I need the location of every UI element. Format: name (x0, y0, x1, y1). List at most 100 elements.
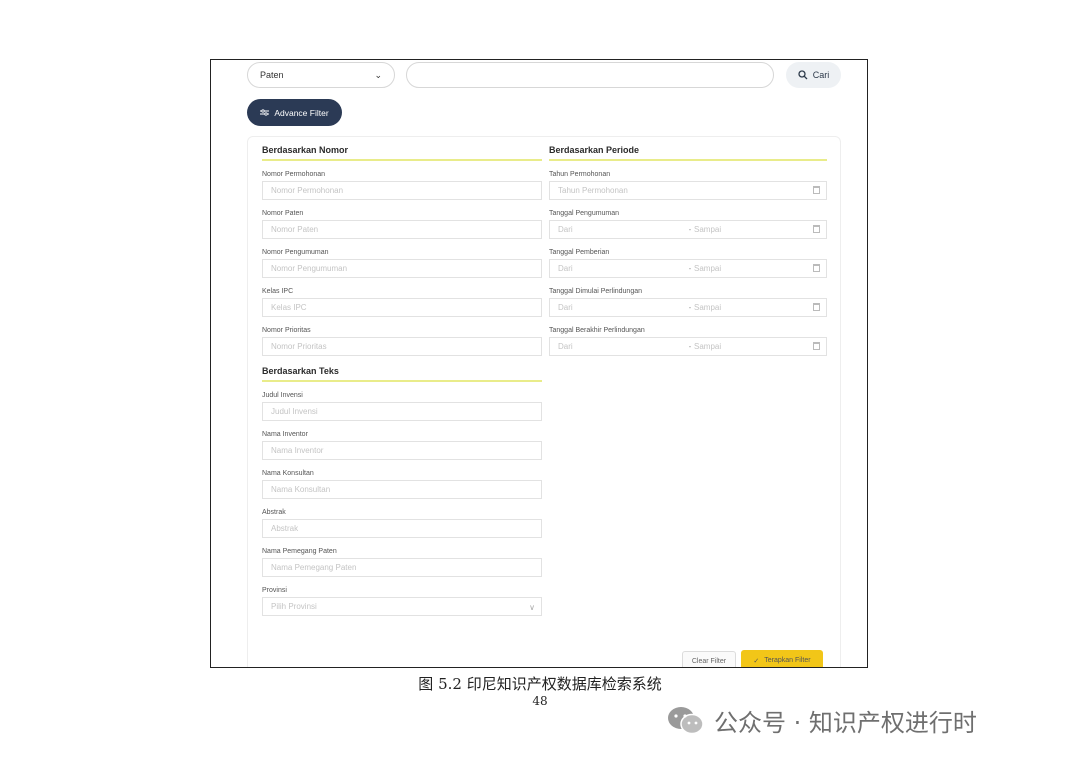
provinsi-select[interactable]: Pilih Provinsi ∨ (262, 597, 542, 616)
watermark-text: 公众号 · 知识产权进行时 (714, 709, 977, 737)
field-nomor-permohonan: Nomor Permohonan Nomor Permohonan (262, 169, 542, 200)
field-nama-konsultan: Nama Konsultan Nama Konsultan (262, 468, 542, 499)
input-placeholder: Nama Inventor (271, 446, 324, 455)
range-to: Sampai (694, 225, 722, 234)
input-placeholder: Abstrak (271, 524, 299, 533)
calendar-icon (813, 186, 820, 194)
tanggal-berakhir-perlindungan-range[interactable]: Dari - Sampai (549, 337, 827, 356)
section-title-nomor: Berdasarkan Nomor (262, 137, 542, 161)
field-tanggal-pengumuman: Tanggal Pengumuman Dari - Sampai (549, 208, 827, 239)
screenshot-frame: Paten ⌄ Cari Advance Filter Berdasarkan … (210, 59, 868, 668)
range-from: Dari (558, 342, 573, 351)
type-select-value: Paten (260, 70, 284, 80)
field-label: Provinsi (262, 587, 287, 594)
check-icon: ✓ (753, 657, 760, 665)
range-separator: - (688, 342, 692, 351)
field-label: Tanggal Pemberian (549, 249, 610, 256)
field-label: Nama Inventor (262, 431, 308, 438)
section-title-periode: Berdasarkan Periode (549, 137, 827, 161)
tahun-permohonan-input[interactable]: Tahun Permohonan (549, 181, 827, 200)
field-nama-pemegang-paten: Nama Pemegang Paten Nama Pemegang Paten (262, 546, 542, 577)
nama-inventor-input[interactable]: Nama Inventor (262, 441, 542, 460)
calendar-icon (813, 303, 820, 311)
right-column: Berdasarkan Periode Tahun Permohonan Tah… (549, 137, 827, 364)
nomor-prioritas-input[interactable]: Nomor Prioritas (262, 337, 542, 356)
search-icon (798, 70, 808, 80)
field-tanggal-pemberian: Tanggal Pemberian Dari - Sampai (549, 247, 827, 278)
range-from: Dari (558, 264, 573, 273)
filter-panel: Berdasarkan Nomor Nomor Permohonan Nomor… (247, 136, 841, 667)
field-kelas-ipc: Kelas IPC Kelas IPC (262, 286, 542, 317)
field-provinsi: Provinsi Pilih Provinsi ∨ (262, 585, 542, 616)
field-abstrak: Abstrak Abstrak (262, 507, 542, 538)
field-nomor-paten: Nomor Paten Nomor Paten (262, 208, 542, 239)
nomor-permohonan-input[interactable]: Nomor Permohonan (262, 181, 542, 200)
tanggal-pengumuman-range[interactable]: Dari - Sampai (549, 220, 827, 239)
field-label: Nama Pemegang Paten (262, 548, 337, 555)
field-tahun-permohonan: Tahun Permohonan Tahun Permohonan (549, 169, 827, 200)
range-from: Dari (558, 303, 573, 312)
search-button[interactable]: Cari (786, 62, 841, 88)
kelas-ipc-input[interactable]: Kelas IPC (262, 298, 542, 317)
field-tanggal-dimulai-perlindungan: Tanggal Dimulai Perlindungan Dari - Samp… (549, 286, 827, 317)
clear-filter-button[interactable]: Clear Filter (682, 651, 736, 667)
apply-filter-button[interactable]: ✓ Terapkan Filter (741, 650, 823, 667)
field-label: Abstrak (262, 509, 286, 516)
field-label: Tanggal Berakhir Perlindungan (549, 327, 645, 334)
sliders-icon (260, 109, 270, 116)
range-separator: - (688, 225, 692, 234)
watermark: 公众号 · 知识产权进行时 (666, 703, 977, 738)
section-title-teks: Berdasarkan Teks (262, 358, 542, 382)
range-separator: - (688, 264, 692, 273)
input-placeholder: Judul Invensi (271, 407, 318, 416)
wechat-icon (668, 706, 704, 734)
input-placeholder: Nomor Paten (271, 225, 319, 234)
type-select[interactable]: Paten ⌄ (247, 62, 395, 88)
field-label: Judul Invensi (262, 392, 303, 399)
field-nomor-prioritas: Nomor Prioritas Nomor Prioritas (262, 325, 542, 356)
range-from: Dari (558, 225, 573, 234)
input-placeholder: Nama Pemegang Paten (271, 563, 357, 572)
advance-filter-label: Advance Filter (274, 107, 329, 118)
nama-pemegang-paten-input[interactable]: Nama Pemegang Paten (262, 558, 542, 577)
field-nama-inventor: Nama Inventor Nama Inventor (262, 429, 542, 460)
judul-invensi-input[interactable]: Judul Invensi (262, 402, 542, 421)
field-label: Nomor Pengumuman (262, 249, 329, 256)
nama-konsultan-input[interactable]: Nama Konsultan (262, 480, 542, 499)
field-nomor-pengumuman: Nomor Pengumuman Nomor Pengumuman (262, 247, 542, 278)
field-label: Tahun Permohonan (549, 171, 611, 178)
range-to: Sampai (694, 303, 722, 312)
tanggal-pemberian-range[interactable]: Dari - Sampai (549, 259, 827, 278)
input-placeholder: Nomor Permohonan (271, 186, 344, 195)
nomor-paten-input[interactable]: Nomor Paten (262, 220, 542, 239)
search-button-label: Cari (812, 70, 830, 80)
advance-filter-button[interactable]: Advance Filter (247, 99, 342, 126)
nomor-pengumuman-input[interactable]: Nomor Pengumuman (262, 259, 542, 278)
calendar-icon (813, 225, 820, 233)
calendar-icon (813, 342, 820, 350)
input-placeholder: Tahun Permohonan (558, 186, 628, 195)
field-label: Nomor Prioritas (262, 327, 311, 334)
chevron-down-icon: ⌄ (374, 69, 382, 80)
input-placeholder: Kelas IPC (271, 303, 307, 312)
field-label: Nama Konsultan (262, 470, 314, 477)
field-label: Kelas IPC (262, 288, 294, 295)
calendar-icon (813, 264, 820, 272)
range-separator: - (688, 303, 692, 312)
field-label: Tanggal Dimulai Perlindungan (549, 288, 643, 295)
abstrak-input[interactable]: Abstrak (262, 519, 542, 538)
tanggal-dimulai-perlindungan-range[interactable]: Dari - Sampai (549, 298, 827, 317)
input-placeholder: Nama Konsultan (271, 485, 331, 494)
field-label: Tanggal Pengumuman (549, 210, 620, 217)
left-column: Berdasarkan Nomor Nomor Permohonan Nomor… (262, 137, 542, 624)
search-input[interactable] (406, 62, 774, 88)
field-label: Nomor Paten (262, 210, 304, 217)
select-placeholder: Pilih Provinsi (271, 602, 317, 611)
input-placeholder: Nomor Pengumuman (271, 264, 348, 273)
range-to: Sampai (694, 342, 722, 351)
chevron-down-icon: ∨ (529, 603, 535, 612)
input-placeholder: Nomor Prioritas (271, 342, 327, 351)
apply-filter-label: Terapkan Filter (764, 657, 811, 664)
field-tanggal-berakhir-perlindungan: Tanggal Berakhir Perlindungan Dari - Sam… (549, 325, 827, 356)
range-to: Sampai (694, 264, 722, 273)
